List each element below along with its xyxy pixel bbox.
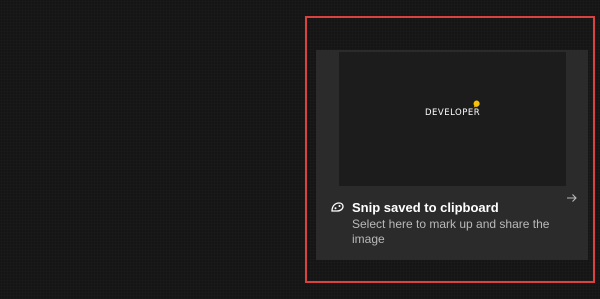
preview-text: DEVELOPER bbox=[425, 108, 481, 118]
toast-title: Snip saved to clipboard bbox=[352, 200, 499, 215]
snip-notification-toast[interactable]: DEVELOPER Snip saved to clipboard Select… bbox=[316, 50, 588, 260]
snip-icon bbox=[331, 202, 344, 212]
comment-badge-icon bbox=[473, 100, 480, 108]
snip-preview-thumbnail[interactable]: DEVELOPER bbox=[339, 52, 566, 186]
toast-body[interactable]: Select here to mark up and share the ima… bbox=[352, 217, 552, 247]
arrow-right-icon[interactable] bbox=[566, 192, 578, 204]
